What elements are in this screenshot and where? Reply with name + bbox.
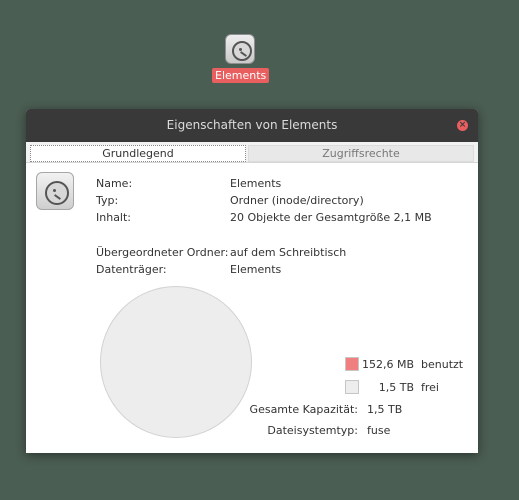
filesystem-type-value: fuse xyxy=(367,424,391,437)
parent-folder-value: auf dem Schreibtisch xyxy=(230,246,347,259)
filesystem-type-label: Dateisystemtyp: xyxy=(267,424,358,437)
name-value: Elements xyxy=(230,177,282,190)
desktop-icon-elements[interactable]: Elements xyxy=(212,34,270,83)
used-value: 152,6 MB xyxy=(361,358,414,371)
titlebar[interactable]: Eigenschaften von Elements × xyxy=(26,109,478,142)
name-label: Name: xyxy=(96,177,133,190)
free-value: 1,5 TB xyxy=(378,381,414,394)
desktop-icon-label: Elements xyxy=(212,68,270,83)
window-title: Eigenschaften von Elements xyxy=(166,118,338,132)
properties-window: Eigenschaften von Elements × Grundlegend… xyxy=(26,109,478,453)
type-value: Ordner (inode/directory) xyxy=(230,194,364,207)
tab-bar: Grundlegend Zugriffsrechte xyxy=(26,142,478,163)
drive-harddisk-icon xyxy=(36,172,74,210)
close-icon[interactable]: × xyxy=(457,120,468,131)
volume-value: Elements xyxy=(230,263,282,276)
content-label: Inhalt: xyxy=(96,211,132,224)
type-label: Typ: xyxy=(96,194,119,207)
parent-folder-label: Übergeordneter Ordner: xyxy=(96,246,229,259)
tab-zugriffsrechte[interactable]: Zugriffsrechte xyxy=(248,145,474,162)
capacity-label: Gesamte Kapazität: xyxy=(249,403,358,416)
content-value: 20 Objekte der Gesamtgröße 2,1 MB xyxy=(230,211,432,224)
drive-harddisk-icon xyxy=(225,34,255,64)
tab-grundlegend[interactable]: Grundlegend xyxy=(30,145,246,162)
capacity-value: 1,5 TB xyxy=(367,403,403,416)
used-label: benutzt xyxy=(421,358,464,371)
free-label: frei xyxy=(421,381,439,394)
volume-label: Datenträger: xyxy=(96,263,167,276)
